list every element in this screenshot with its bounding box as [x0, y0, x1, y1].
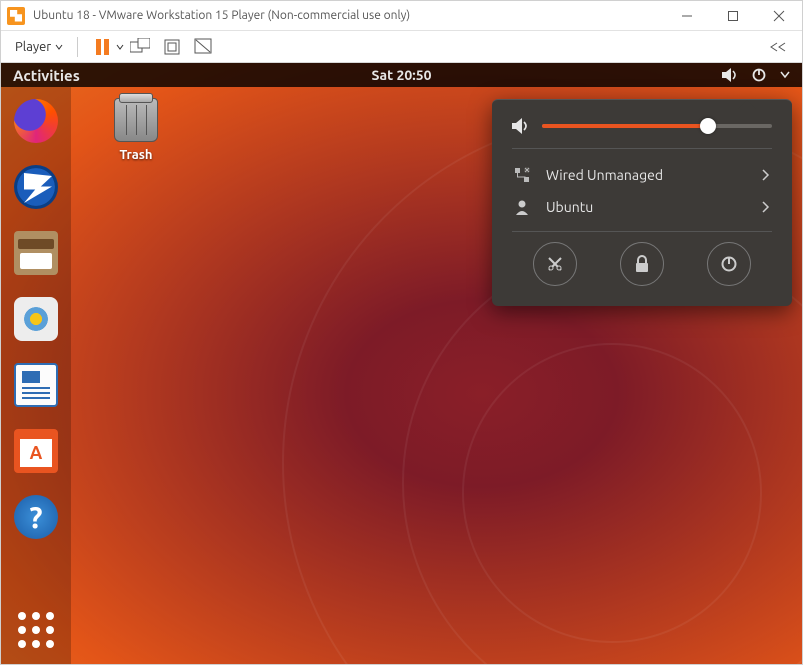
power-icon — [752, 68, 766, 82]
trash-label: Trash — [101, 148, 171, 162]
help-icon: ? — [14, 495, 58, 539]
power-icon — [720, 255, 738, 273]
dock-item-firefox[interactable] — [12, 97, 60, 145]
chevron-right-icon — [762, 169, 770, 181]
writer-icon — [14, 363, 58, 407]
chevron-right-icon — [762, 201, 770, 213]
ubuntu-desktop[interactable]: Activities Sat 20:50 ? Trash — [1, 63, 802, 664]
dock-item-thunderbird[interactable] — [12, 163, 60, 211]
rhythmbox-icon — [14, 297, 58, 341]
collapse-icon — [770, 42, 786, 52]
maximize-button[interactable] — [710, 1, 756, 30]
system-menu-popover: Wired Unmanaged Ubuntu — [492, 99, 792, 306]
wired-network-icon — [514, 167, 530, 183]
pause-vm-button[interactable] — [90, 35, 114, 59]
thunderbird-icon — [14, 165, 58, 209]
minimize-button[interactable] — [664, 1, 710, 30]
power-button[interactable] — [707, 242, 751, 286]
software-icon — [14, 429, 58, 473]
windows-titlebar[interactable]: Ubuntu 18 - VMware Workstation 15 Player… — [1, 1, 802, 31]
user-icon — [514, 199, 530, 215]
toolbar-separator — [77, 37, 78, 57]
volume-fill — [542, 124, 708, 128]
clock-label[interactable]: Sat 20:50 — [371, 67, 431, 83]
close-button[interactable] — [756, 1, 802, 30]
player-menu-label: Player — [15, 40, 51, 54]
system-tray[interactable] — [722, 68, 790, 82]
vmware-toolbar: Player — [1, 31, 802, 63]
chevron-down-icon — [780, 71, 790, 79]
volume-row — [512, 118, 772, 134]
window-title: Ubuntu 18 - VMware Workstation 15 Player… — [33, 9, 410, 22]
vmware-window: Ubuntu 18 - VMware Workstation 15 Player… — [0, 0, 803, 665]
cad-icon — [130, 38, 150, 56]
dock-item-software[interactable] — [12, 427, 60, 475]
chevron-down-icon[interactable] — [116, 43, 124, 51]
activities-button[interactable]: Activities — [13, 67, 80, 84]
user-menu-row[interactable]: Ubuntu — [512, 191, 772, 223]
gnome-top-bar: Activities Sat 20:50 — [1, 63, 802, 87]
volume-thumb[interactable] — [700, 118, 716, 134]
files-icon — [14, 231, 58, 275]
player-menu-button[interactable]: Player — [9, 37, 69, 57]
volume-icon — [512, 118, 530, 134]
unity-icon — [194, 38, 214, 56]
wallpaper-ring — [462, 343, 762, 643]
fullscreen-icon — [163, 38, 181, 56]
desktop-trash[interactable]: Trash — [101, 98, 171, 162]
menu-separator — [512, 148, 772, 149]
network-menu-row[interactable]: Wired Unmanaged — [512, 159, 772, 191]
menu-separator — [512, 231, 772, 232]
settings-button[interactable] — [533, 242, 577, 286]
settings-icon — [546, 255, 564, 273]
fullscreen-button[interactable] — [160, 35, 184, 59]
user-label: Ubuntu — [546, 199, 593, 215]
chevron-down-icon — [55, 43, 63, 51]
trash-icon — [114, 98, 158, 142]
lock-icon — [634, 255, 650, 273]
network-label: Wired Unmanaged — [546, 167, 663, 183]
action-row — [512, 242, 772, 286]
volume-icon — [722, 68, 738, 82]
pause-icon — [96, 39, 109, 55]
volume-slider[interactable] — [542, 124, 772, 128]
show-apps-button[interactable] — [16, 610, 56, 650]
unity-mode-button[interactable] — [192, 35, 216, 59]
dock-item-writer[interactable] — [12, 361, 60, 409]
lock-button[interactable] — [620, 242, 664, 286]
dock-item-help[interactable]: ? — [12, 493, 60, 541]
dock-item-files[interactable] — [12, 229, 60, 277]
firefox-icon — [14, 99, 58, 143]
dock-item-rhythmbox[interactable] — [12, 295, 60, 343]
send-ctrl-alt-del-button[interactable] — [128, 35, 152, 59]
collapse-toolbar-button[interactable] — [766, 35, 790, 59]
vmware-app-icon — [7, 7, 25, 25]
ubuntu-dock: ? — [1, 87, 71, 664]
